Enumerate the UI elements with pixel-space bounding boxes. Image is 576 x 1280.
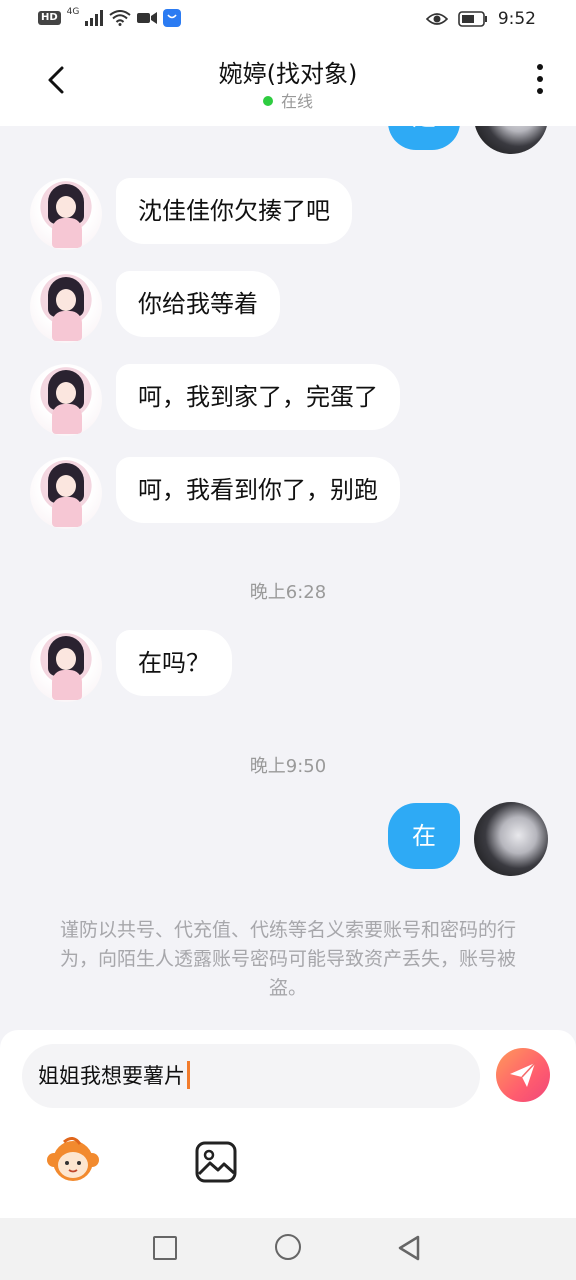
battery-icon <box>458 11 487 27</box>
message-timestamp: 晚上9:50 <box>249 756 327 777</box>
sticker-button[interactable] <box>46 1136 100 1186</box>
contact-name: 婉婷(找对象) <box>218 60 358 88</box>
network-type: 4G <box>66 7 80 17</box>
message-input[interactable]: 姐姐我想要薯片 <box>22 1044 480 1108</box>
wifi-icon <box>109 10 131 26</box>
send-button[interactable] <box>496 1048 550 1102</box>
more-dot-icon <box>537 64 543 70</box>
app-store-icon <box>163 9 182 27</box>
online-status: 在线 <box>0 88 576 112</box>
status-bar: HD 4G 9:52 <box>0 0 576 40</box>
contact-avatar[interactable] <box>30 630 102 702</box>
video-camera-icon <box>137 12 158 24</box>
my-avatar[interactable] <box>474 126 548 154</box>
message-bubble-outgoing[interactable]: 在 <box>388 803 460 869</box>
more-dot-icon <box>537 88 543 94</box>
monkey-sticker-icon <box>47 1137 99 1181</box>
message-bubble-incoming[interactable]: 呵，我到家了，完蛋了 <box>116 364 400 430</box>
contact-avatar[interactable] <box>30 178 102 250</box>
online-dot-icon <box>262 96 273 106</box>
online-status-label: 在线 <box>280 92 313 111</box>
text-caret <box>187 1061 190 1089</box>
contact-avatar[interactable] <box>30 364 102 436</box>
recent-apps-button[interactable] <box>153 1236 177 1260</box>
security-notice: 谨防以共号、代充值、代练等名义索要账号和密码的行为，向陌生人透露账号密码可能导致… <box>59 919 516 999</box>
more-options-button[interactable] <box>532 64 548 100</box>
message-bubble-incoming[interactable]: 呵，我看到你了，别跑 <box>116 457 400 523</box>
system-navigation-bar <box>0 1218 576 1280</box>
back-triangle-icon[interactable] <box>396 1234 422 1262</box>
more-dot-icon <box>537 76 543 82</box>
eye-icon <box>425 13 448 25</box>
composer: 姐姐我想要薯片 <box>0 1030 576 1218</box>
contact-avatar[interactable] <box>30 271 102 343</box>
image-icon <box>195 1141 237 1183</box>
message-list[interactable]: 是 沈佳佳你欠揍了吧 你给我等着 呵，我到家了，完蛋了 呵，我看到你了，别跑 晚… <box>0 126 576 1030</box>
message-bubble-incoming[interactable]: 沈佳佳你欠揍了吧 <box>116 178 352 244</box>
paper-plane-icon <box>510 1062 536 1087</box>
contact-avatar[interactable] <box>30 457 102 529</box>
message-bubble-outgoing[interactable]: 是 <box>388 126 460 150</box>
message-timestamp: 晚上6:28 <box>249 582 327 603</box>
my-avatar[interactable] <box>474 802 548 876</box>
clock: 9:52 <box>497 9 536 29</box>
message-bubble-incoming[interactable]: 你给我等着 <box>116 271 280 337</box>
message-input-text: 姐姐我想要薯片 <box>38 1064 185 1088</box>
chat-header: 婉婷(找对象) 在线 <box>0 40 576 126</box>
signal-icon <box>85 10 104 26</box>
home-button[interactable] <box>275 1234 301 1260</box>
message-bubble-incoming[interactable]: 在吗？ <box>116 630 232 696</box>
hd-badge: HD <box>38 11 61 25</box>
image-button[interactable] <box>194 1140 238 1184</box>
